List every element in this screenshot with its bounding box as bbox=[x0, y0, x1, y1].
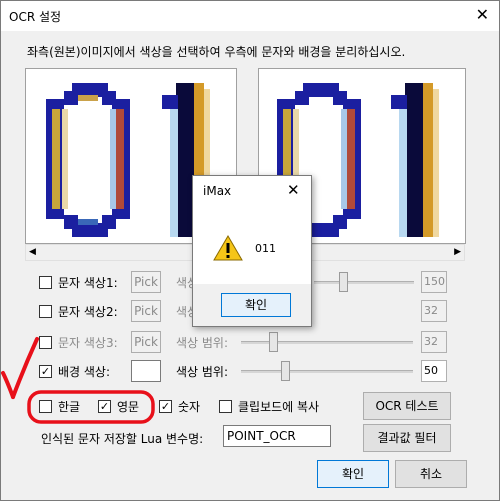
dialog-ok-button[interactable]: 확인 bbox=[221, 293, 291, 317]
dialog-title-bar: iMax ✕ bbox=[193, 176, 311, 206]
dialog-message: 011 bbox=[255, 242, 276, 255]
message-dialog: iMax ✕ 011 확인 bbox=[192, 175, 312, 327]
dialog-title: iMax bbox=[203, 184, 232, 198]
dialog-content: 011 bbox=[193, 206, 311, 284]
dialog-close-icon[interactable]: ✕ bbox=[287, 181, 300, 199]
warning-icon bbox=[213, 235, 243, 261]
